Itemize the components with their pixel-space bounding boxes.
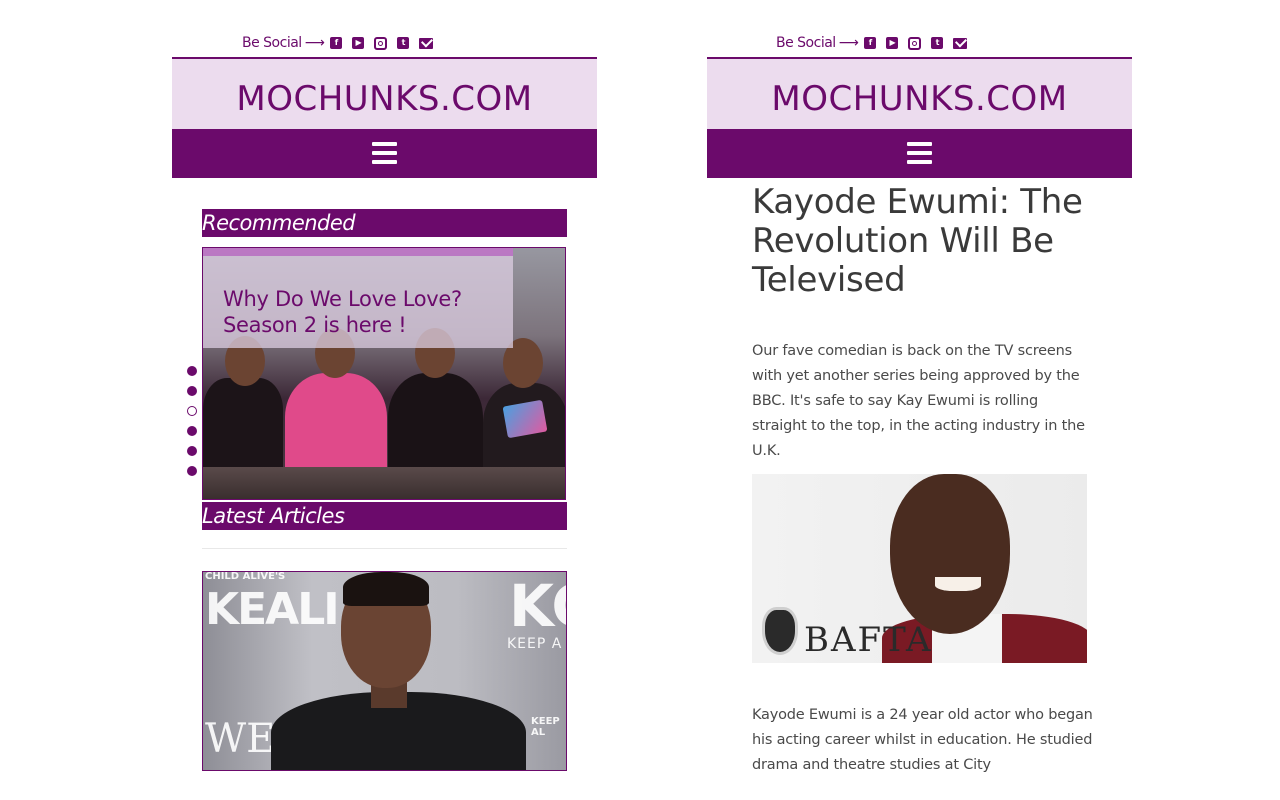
latest-articles-heading: Latest Articles — [202, 502, 567, 530]
mail-icon[interactable] — [419, 37, 434, 49]
site-logo[interactable]: MOCHUNKS.COM — [707, 79, 1132, 119]
backdrop-text: KEEP AL — [531, 716, 560, 738]
arrow-icon: ⟶ — [838, 35, 859, 51]
social-bar: Be Social ⟶ f ▶ t — [242, 33, 443, 53]
article-title: Kayode Ewumi: The Revolution Will Be Tel… — [752, 182, 1083, 300]
slider-dot-active[interactable] — [187, 406, 197, 416]
slide-photo-card — [502, 399, 548, 439]
youtube-icon[interactable]: ▶ — [886, 37, 899, 49]
social-label: Be Social — [776, 35, 836, 51]
facebook-icon[interactable]: f — [864, 37, 877, 49]
slider-dot[interactable] — [187, 426, 197, 436]
recommended-heading: Recommended — [202, 209, 567, 237]
social-bar: Be Social ⟶ f ▶ t — [776, 33, 977, 53]
bafta-mask-logo — [762, 607, 798, 655]
photo-person-smile — [935, 577, 981, 591]
backdrop-text: KC — [509, 572, 566, 640]
instagram-icon[interactable] — [374, 36, 388, 50]
bafta-logo-text: BAFTA — [804, 620, 933, 660]
twitter-icon[interactable]: t — [931, 37, 944, 49]
menu-icon[interactable] — [907, 142, 932, 164]
article-image: BAFTA — [752, 474, 1087, 663]
slider-dot[interactable] — [187, 446, 197, 456]
mail-icon[interactable] — [953, 37, 968, 49]
social-label: Be Social — [242, 35, 302, 51]
slide-caption-box: Why Do We Love Love? Season 2 is here ! — [203, 248, 513, 348]
slider-dots — [187, 366, 199, 486]
recommended-slide[interactable]: Why Do We Love Love? Season 2 is here ! — [202, 247, 566, 500]
nav-bar — [707, 129, 1132, 178]
slide-photo-table — [203, 467, 565, 499]
backdrop-text: KEEP A — [507, 636, 563, 652]
slider-dot[interactable] — [187, 466, 197, 476]
article-intro: Our fave comedian is back on the TV scre… — [752, 343, 1085, 459]
photo-person-head — [890, 474, 1010, 634]
slider-dot[interactable] — [187, 366, 197, 376]
article-thumbnail[interactable]: CHILD ALIVE'S KEALI KC KEEP A WE KEEP AL — [202, 571, 567, 771]
facebook-icon[interactable]: f — [330, 37, 343, 49]
article-body: Kayode Ewumi is a 24 year old actor who … — [752, 707, 1093, 773]
divider — [202, 548, 567, 549]
slide-caption[interactable]: Why Do We Love Love? Season 2 is here ! — [223, 286, 508, 338]
right-page-view: Be Social ⟶ f ▶ t MOCHUNKS.COM Kayode Ew… — [707, 0, 1132, 800]
backdrop-text: KEALI — [205, 584, 340, 635]
twitter-icon[interactable]: t — [397, 37, 410, 49]
left-page-view: Be Social ⟶ f ▶ t MOCHUNKS.COM Recommend… — [172, 0, 597, 800]
photo-person-hair — [343, 572, 429, 606]
arrow-icon: ⟶ — [304, 35, 325, 51]
instagram-icon[interactable] — [908, 36, 922, 50]
menu-icon[interactable] — [372, 142, 397, 164]
slider-dot[interactable] — [187, 386, 197, 396]
youtube-icon[interactable]: ▶ — [352, 37, 365, 49]
nav-bar — [172, 129, 597, 178]
backdrop-text: CHILD ALIVE'S — [205, 571, 286, 582]
header-brand-bar: MOCHUNKS.COM — [707, 57, 1132, 129]
header-brand-bar: MOCHUNKS.COM — [172, 57, 597, 129]
site-logo[interactable]: MOCHUNKS.COM — [172, 79, 597, 119]
backdrop-text: WE — [205, 716, 276, 762]
